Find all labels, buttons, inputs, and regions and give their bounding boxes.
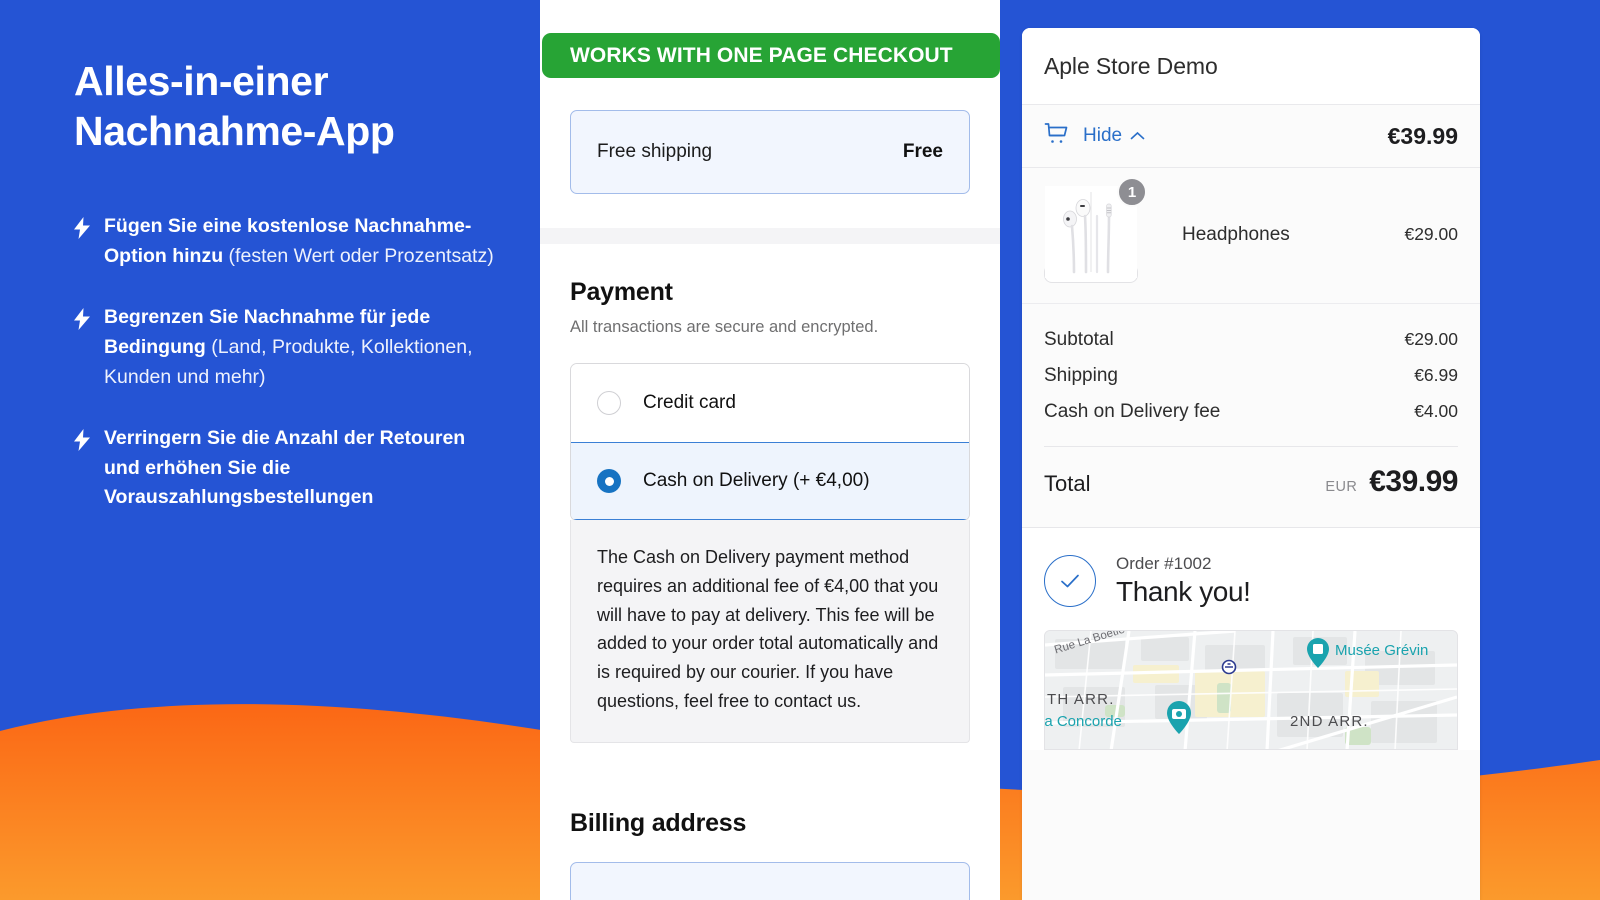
list-item: Fügen Sie eine kostenlose Nachnahme-Opti… [74, 212, 500, 271]
billing-section: Billing address [540, 743, 1000, 900]
payment-heading: Payment [570, 278, 673, 306]
table-row: Cash on Delivery fee €4.00 [1044, 394, 1458, 430]
currency-code: EUR [1325, 479, 1358, 495]
shipping-section: Free shipping Free [540, 78, 1000, 228]
map-label-district-2nd-arr: 2ND ARR. [1290, 713, 1369, 730]
map-label-la-concorde: la Concorde [1044, 713, 1122, 730]
subtotal-label: Subtotal [1044, 329, 1114, 350]
feature-text: Verringern Sie die Anzahl der Retouren u… [104, 424, 500, 513]
grand-total-row: Total EUR €39.99 [1044, 453, 1458, 521]
totals-section: Subtotal €29.00 Shipping €6.99 Cash on D… [1022, 304, 1480, 527]
feature-rest: (festen Wert oder Prozentsatz) [223, 244, 494, 267]
feature-bold: Verringern Sie die Anzahl der Retouren u… [104, 427, 466, 509]
total-label: Total [1044, 471, 1091, 496]
payment-option-credit-card[interactable]: Credit card [571, 364, 969, 442]
subtotal-value: €29.00 [1404, 329, 1458, 349]
table-row: Shipping €6.99 [1044, 358, 1458, 394]
payment-option-label: Cash on Delivery (+ €4,00) [643, 470, 870, 491]
feature-text: Begrenzen Sie Nachnahme für jede Bedingu… [104, 303, 500, 392]
product-price: €29.00 [1404, 224, 1458, 244]
feature-text: Fügen Sie eine kostenlose Nachnahme-Opti… [104, 212, 500, 271]
headphones-thumbnail [1044, 186, 1138, 283]
hide-label: Hide [1083, 125, 1123, 146]
checkout-card: WORKS WITH ONE PAGE CHECKOUT Free shippi… [540, 0, 1000, 900]
bolt-icon [74, 217, 90, 240]
shopping-cart-icon [1044, 122, 1069, 151]
feature-list: Fügen Sie eine kostenlose Nachnahme-Opti… [74, 212, 500, 513]
shipping-value: €6.99 [1414, 365, 1458, 385]
map-label-district-th-arr: TH ARR. [1047, 691, 1115, 708]
cart-total-amount: €39.99 [1387, 122, 1458, 149]
billing-address-field[interactable] [570, 861, 970, 900]
store-name: Aple Store Demo [1022, 28, 1480, 104]
divider [1044, 446, 1458, 447]
product-name: Headphones [1182, 223, 1290, 245]
payment-option-cash-on-delivery[interactable]: Cash on Delivery (+ €4,00) [571, 442, 969, 520]
payment-option-label: Credit card [643, 392, 736, 413]
status-badge: WORKS WITH ONE PAGE CHECKOUT [542, 33, 1000, 78]
order-number: Order #1002 [1116, 554, 1212, 573]
map-container: Rue La Boetie Musée Grévin TH ARR. la Co… [1022, 630, 1480, 750]
chevron-up-icon [1130, 125, 1145, 147]
total-value-group: EUR €39.99 [1325, 465, 1458, 499]
page-title: Alles-in-einer Nachnahme-App [74, 58, 395, 155]
list-item: 1 Headphones €29.00 [1022, 168, 1480, 304]
radio-checked-icon[interactable] [597, 469, 621, 493]
list-item: Begrenzen Sie Nachnahme für jede Bedingu… [74, 303, 500, 392]
check-circle-icon [1044, 555, 1096, 607]
list-item: Verringern Sie die Anzahl der Retouren u… [74, 424, 500, 513]
shipping-method-row[interactable]: Free shipping Free [570, 110, 970, 194]
confirmation-text: Order #1002 Thank you! [1116, 554, 1251, 608]
payment-section: Payment All transactions are secure and … [540, 244, 1000, 743]
section-divider [540, 228, 1000, 244]
order-summary-card: Aple Store Demo Hide €39.99 1 Headphones… [1022, 28, 1480, 900]
radio-unchecked-icon[interactable] [597, 391, 621, 415]
marketing-panel: Alles-in-einer Nachnahme-App Fügen Sie e… [0, 0, 540, 900]
payment-subtitle: All transactions are secure and encrypte… [570, 318, 879, 336]
thank-you-title: Thank you! [1116, 576, 1251, 607]
bolt-icon [74, 308, 90, 331]
shipping-method-price: Free [902, 141, 943, 162]
payment-method-note: The Cash on Delivery payment method requ… [570, 520, 970, 743]
cod-fee-value: €4.00 [1414, 401, 1458, 421]
table-row: Subtotal €29.00 [1044, 322, 1458, 358]
grand-total-amount: €39.99 [1369, 465, 1458, 498]
order-map[interactable]: Rue La Boetie Musée Grévin TH ARR. la Co… [1044, 630, 1458, 750]
checkout-body: Free shipping Free Payment All transacti… [540, 0, 1000, 900]
shipping-method-label: Free shipping [597, 141, 713, 162]
cart-summary-bar[interactable]: Hide €39.99 [1022, 104, 1480, 168]
quantity-badge: 1 [1117, 177, 1147, 207]
cart-toggle[interactable]: Hide [1044, 122, 1145, 151]
product-thumbnail-wrapper: 1 [1044, 177, 1147, 283]
shipping-label: Shipping [1044, 365, 1118, 386]
order-confirmation: Order #1002 Thank you! [1022, 527, 1480, 630]
bolt-icon [74, 429, 90, 452]
hide-cart-link[interactable]: Hide [1083, 125, 1145, 147]
map-label-musee-grevin: Musée Grévin [1335, 642, 1429, 659]
cod-fee-label: Cash on Delivery fee [1044, 401, 1221, 422]
payment-method-group: Credit card Cash on Delivery (+ €4,00) [570, 363, 970, 521]
billing-heading: Billing address [570, 808, 747, 837]
